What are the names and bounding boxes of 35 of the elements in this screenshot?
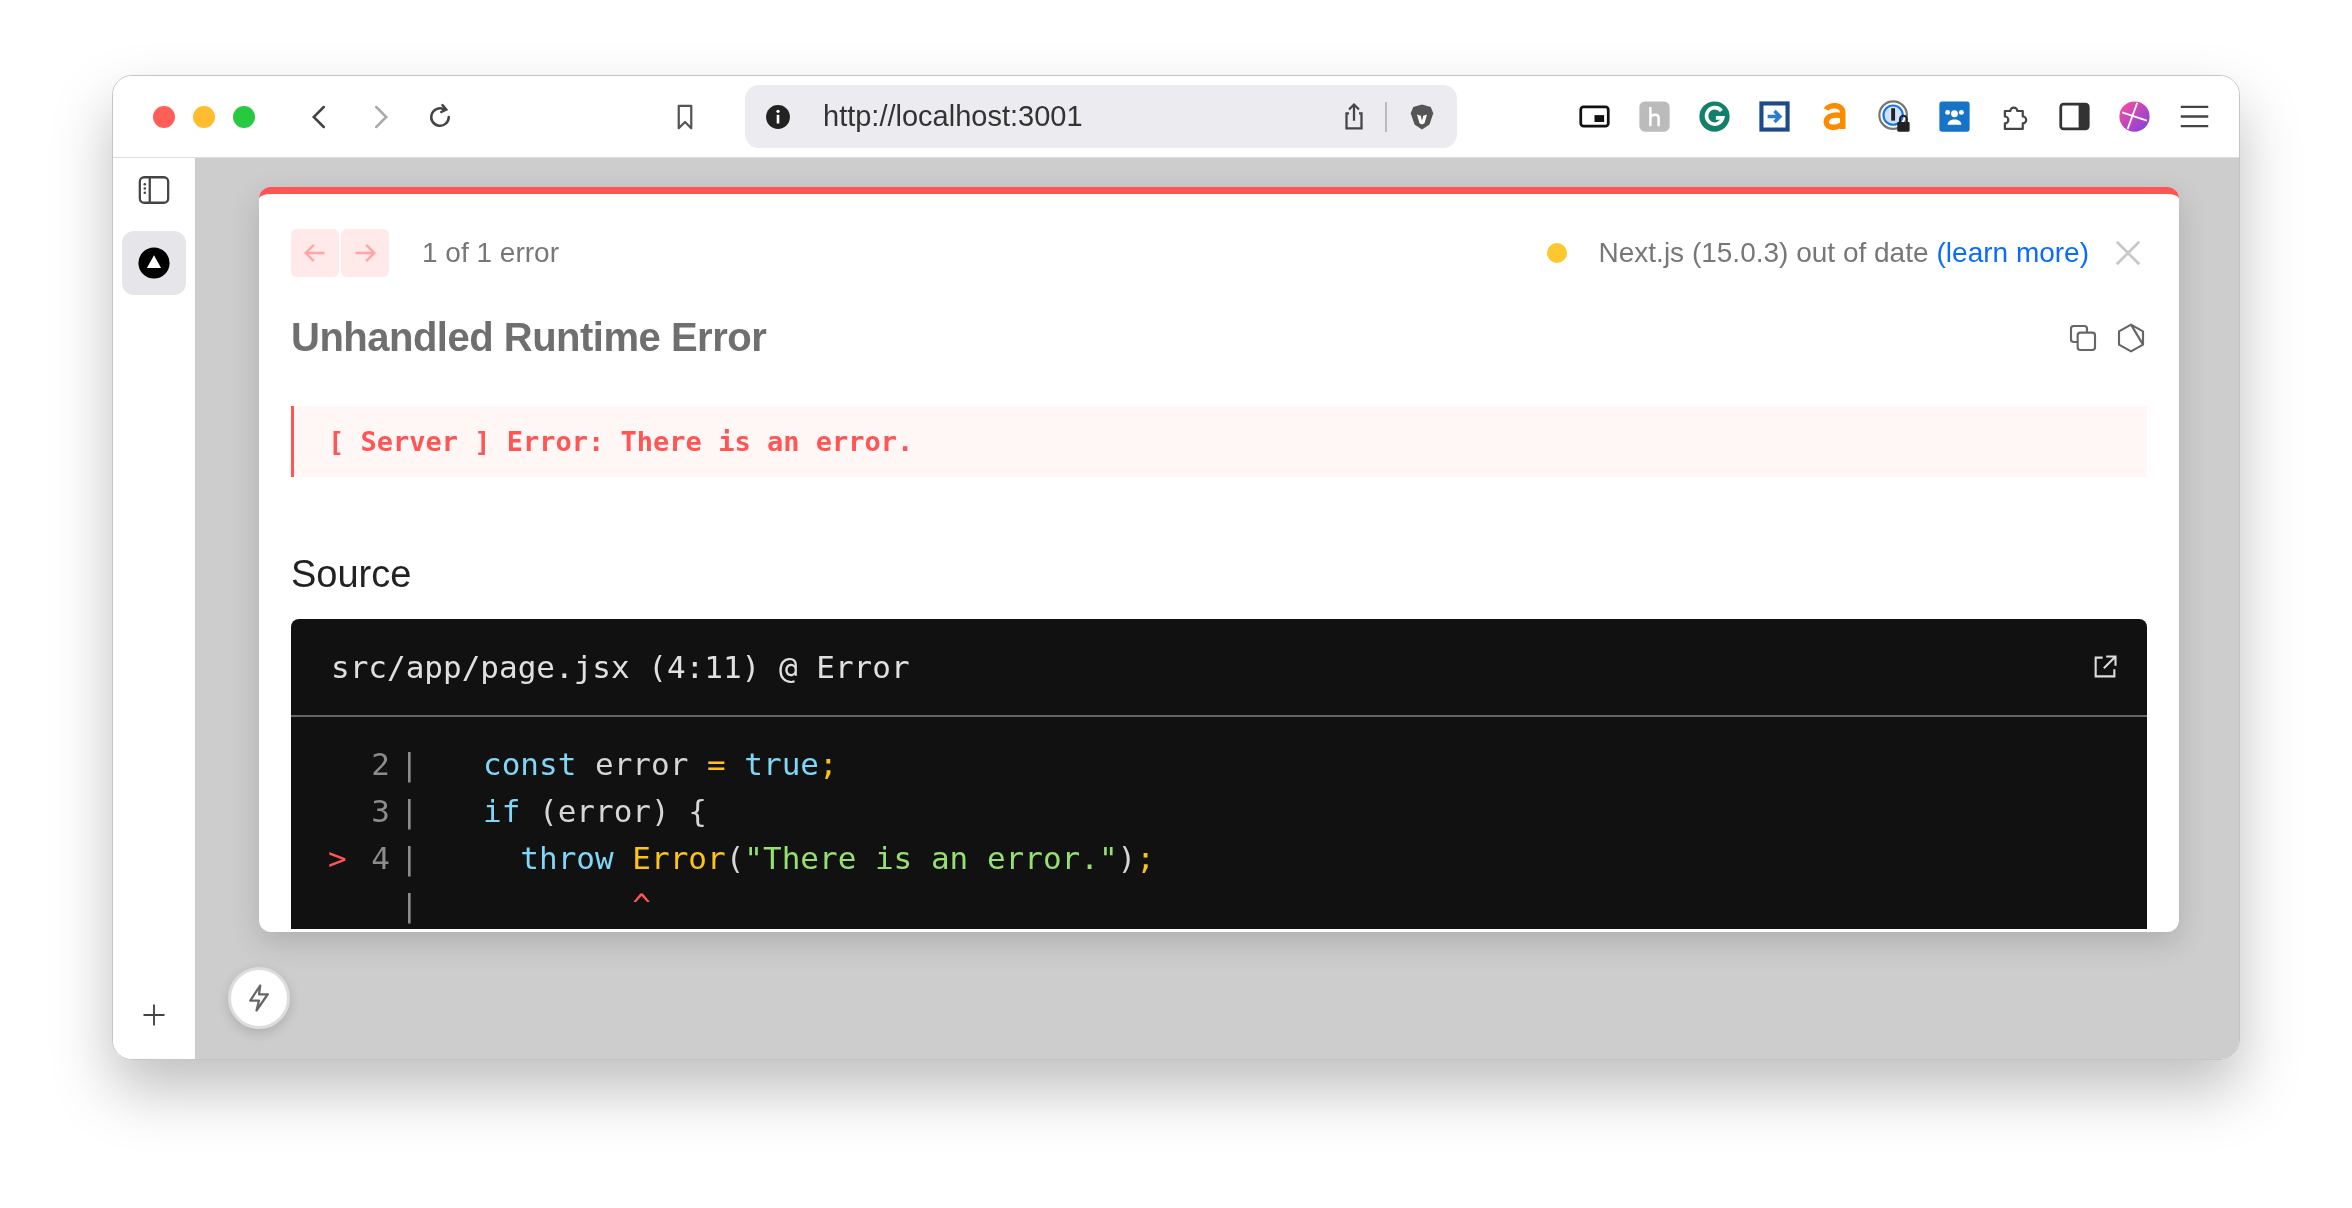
- sidebar-icon[interactable]: [2058, 100, 2091, 133]
- info-icon[interactable]: [765, 103, 791, 130]
- code-line: if (error) {: [483, 792, 707, 831]
- close-window-button[interactable]: [153, 105, 175, 128]
- current-line-marker: >: [328, 840, 347, 876]
- extension-icon[interactable]: [1758, 100, 1791, 133]
- hexagon-icon[interactable]: [2115, 321, 2147, 354]
- gutter-label: |: [400, 792, 420, 832]
- people-icon[interactable]: [1938, 100, 1971, 133]
- gutter-label: |: [400, 886, 420, 926]
- lightning-button[interactable]: [228, 967, 290, 1029]
- error-count: 1 of 1 error: [422, 237, 559, 269]
- profile-avatar-icon[interactable]: [2118, 100, 2151, 133]
- password-lock-icon[interactable]: [1878, 100, 1911, 133]
- address-bar[interactable]: http://localhost:3001: [745, 85, 1457, 148]
- status-dot: [1546, 243, 1567, 263]
- url-text: http://localhost:3001: [823, 100, 1084, 133]
- error-message: [ Server ] Error: There is an error.: [291, 406, 2147, 477]
- learn-more-link[interactable]: (learn more): [1936, 237, 2089, 269]
- code-line: const error = true;: [483, 745, 838, 784]
- line-number: 4: [371, 840, 390, 876]
- code-line: ^: [631, 886, 651, 925]
- extension-icon[interactable]: [1698, 100, 1731, 133]
- source-heading: Source: [291, 553, 413, 596]
- line-number: 2: [371, 746, 390, 782]
- gutter-label: |: [400, 839, 420, 879]
- sidebar-tab[interactable]: [122, 231, 186, 295]
- version-notice: Next.js (15.0.3) out of date: [1598, 237, 1929, 269]
- gutter-label: |: [400, 745, 420, 785]
- sidebar-panel-icon[interactable]: [137, 173, 171, 207]
- line-number: 3: [371, 793, 390, 829]
- code-line: throw Error("There is an error.");: [519, 839, 1155, 878]
- error-title: Unhandled Runtime Error: [291, 315, 767, 360]
- triangle-logo-icon: [137, 246, 171, 280]
- file-location: src/app/page.jsx (4:11) @ Error: [331, 649, 910, 685]
